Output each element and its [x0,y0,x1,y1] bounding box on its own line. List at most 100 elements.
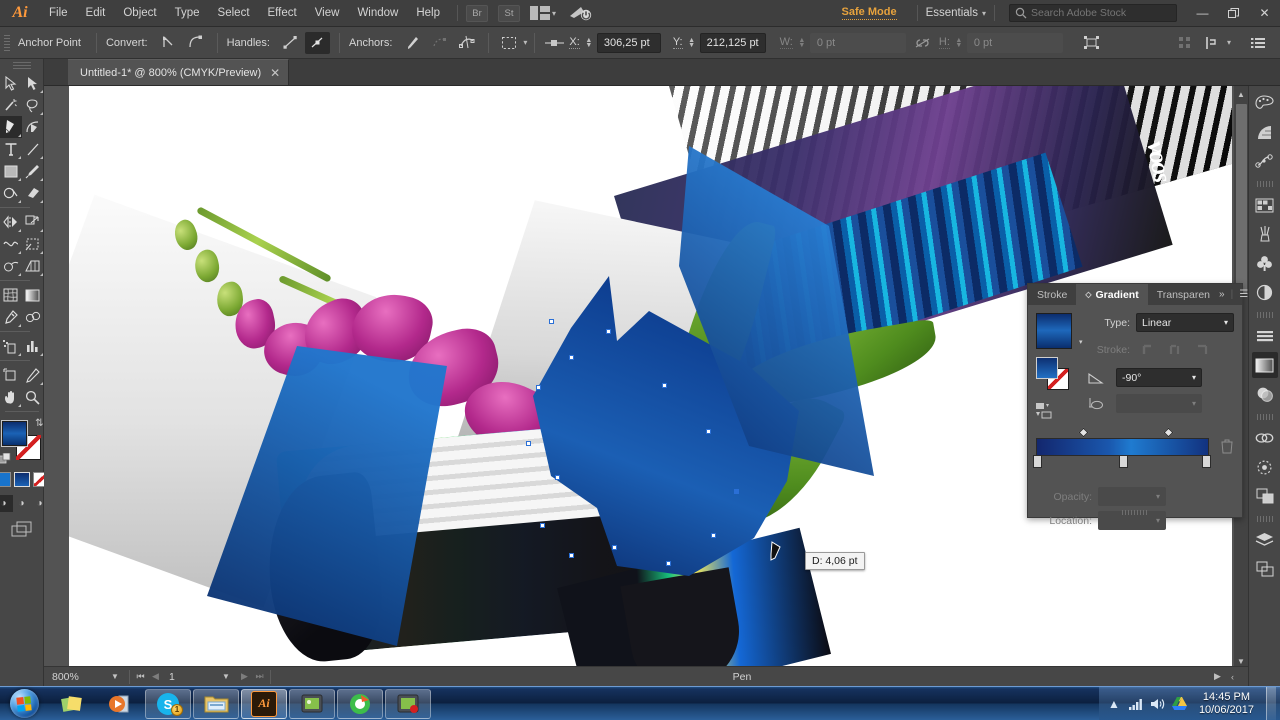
dock-group-grip[interactable] [1256,516,1273,522]
gradient-stop-2[interactable] [1202,455,1211,468]
path-anchor-point[interactable] [555,475,560,480]
zoom-chevron-down-icon[interactable]: ▼ [104,672,126,681]
type-tool[interactable] [0,138,22,160]
show-desktop-button[interactable] [1266,686,1276,720]
previous-artboard-button[interactable]: ◀ [148,671,163,682]
path-anchor-point[interactable] [662,383,667,388]
menu-effect[interactable]: Effect [259,0,306,27]
menu-type[interactable]: Type [166,0,209,27]
panel-fill-swatch[interactable] [1036,357,1058,379]
artboard-tool[interactable] [0,364,22,386]
color-palette-icon[interactable] [1252,90,1278,116]
scroll-down-icon[interactable]: ▼ [1237,657,1245,666]
direct-selection-tool[interactable] [22,72,44,94]
path-anchor-point[interactable] [666,561,671,566]
slice-tool[interactable] [22,364,44,386]
stock-power-icon[interactable] [568,4,594,22]
h-stepper[interactable]: ▲ ▼ [954,37,964,49]
gradient-stop-1[interactable] [1119,455,1128,468]
panel-menu-icon[interactable]: ☰ [1239,289,1248,300]
menu-view[interactable]: View [306,0,349,27]
status-collapse-button[interactable]: ‹ [1225,672,1240,682]
eraser-tool[interactable] [22,182,44,204]
convert-to-corner-button[interactable] [156,32,181,54]
y-stepper[interactable]: ▲ ▼ [687,37,697,49]
rectangle-tool[interactable] [0,160,22,182]
column-graph-tool[interactable] [22,335,44,357]
tab-gradient[interactable]: ◇ Gradient [1076,284,1148,305]
menu-object[interactable]: Object [114,0,165,27]
status-menu-button[interactable]: ▶ [1210,671,1225,682]
free-transform-tool[interactable] [22,233,44,255]
google-drive-icon[interactable] [1169,696,1191,711]
artboard-number-field[interactable]: 1 [163,671,215,683]
show-handles-button[interactable] [278,32,303,54]
search-stock-box[interactable] [1009,4,1177,22]
gradient-aspect-field[interactable]: ▾ [1116,394,1202,413]
mesh-tool[interactable] [0,284,22,306]
artboards-icon[interactable] [1252,556,1278,582]
tray-expand-icon[interactable]: ▲ [1103,697,1125,711]
gradient-presets-chevron-down-icon[interactable]: ▾ [1079,338,1083,346]
w-field[interactable]: 0 pt [809,32,906,53]
magic-wand-tool[interactable] [0,94,22,116]
chevron-down-icon[interactable]: ▾ [552,9,556,18]
rotate-tool[interactable] [0,211,22,233]
paintbrush-tool[interactable] [22,160,44,182]
w-stepper[interactable]: ▲ ▼ [797,37,807,49]
gradient-opacity-field[interactable]: ▾ [1098,487,1166,506]
transparency-icon[interactable] [1252,381,1278,407]
draw-normal-button[interactable]: ◑ [0,495,13,512]
gradient-midpoint-0[interactable] [1078,427,1089,438]
width-tool[interactable] [0,233,22,255]
close-icon[interactable]: ✕ [270,66,280,80]
menu-edit[interactable]: Edit [77,0,115,27]
selection-tool[interactable] [0,72,22,94]
appearance-icon[interactable] [1252,279,1278,305]
taskbar-screen-recorder-app[interactable] [337,688,383,719]
path-anchor-point[interactable] [612,545,617,550]
gradient-icon[interactable] [1251,352,1278,378]
gradient-angle-field[interactable]: -90° ▾ [1116,368,1202,387]
symbol-sprayer-tool[interactable] [0,335,22,357]
path-anchor-point[interactable] [549,319,554,324]
lasso-tool[interactable] [22,94,44,116]
transform-icon[interactable] [1252,454,1278,480]
next-artboard-button[interactable]: ▶ [237,671,252,682]
path-anchor-point[interactable] [569,355,574,360]
control-bar-grip[interactable] [4,33,10,53]
tab-stroke[interactable]: Stroke [1028,284,1076,305]
eyedropper-tool[interactable] [0,306,22,328]
gradient-stop-0[interactable] [1033,455,1042,468]
minimize-button[interactable]: — [1187,0,1218,27]
volume-icon[interactable] [1147,697,1169,711]
path-anchor-point[interactable] [711,533,716,538]
isolate-selection-button[interactable] [496,32,521,54]
gradient-tool[interactable] [22,284,44,306]
path-anchor-point[interactable] [540,523,545,528]
gradient-button[interactable] [13,472,30,487]
remove-anchor-button[interactable] [400,32,425,54]
path-anchor-point-selected[interactable] [734,489,739,494]
dock-group-grip[interactable] [1256,312,1273,318]
taskbar-photo-editor-app[interactable] [385,688,431,719]
pen-tool[interactable] [0,116,22,138]
scale-tool[interactable] [22,211,44,233]
brushes-icon[interactable] [1252,221,1278,247]
draw-behind-button[interactable]: ◑ [13,495,31,512]
blend-tool[interactable] [22,306,44,328]
start-button[interactable] [1,688,47,720]
x-field[interactable]: 306,25 pt [596,32,661,53]
first-artboard-button[interactable]: ⏮ [133,671,148,682]
align-icon[interactable] [1252,323,1278,349]
reverse-gradient-icon[interactable] [1036,403,1088,419]
transform-each-button[interactable] [1079,32,1104,54]
panel-options-menu-button[interactable] [1245,32,1270,54]
x-stepper[interactable]: ▲ ▼ [584,37,594,49]
curvature-tool[interactable] [22,116,44,138]
bridge-icon[interactable]: Br [466,4,488,22]
taskbar-sticky-notes-app[interactable] [49,689,95,719]
symbols-icon[interactable] [1252,250,1278,276]
panel-overflow-icon[interactable]: » [1219,289,1225,300]
path-anchor-point[interactable] [606,329,611,334]
